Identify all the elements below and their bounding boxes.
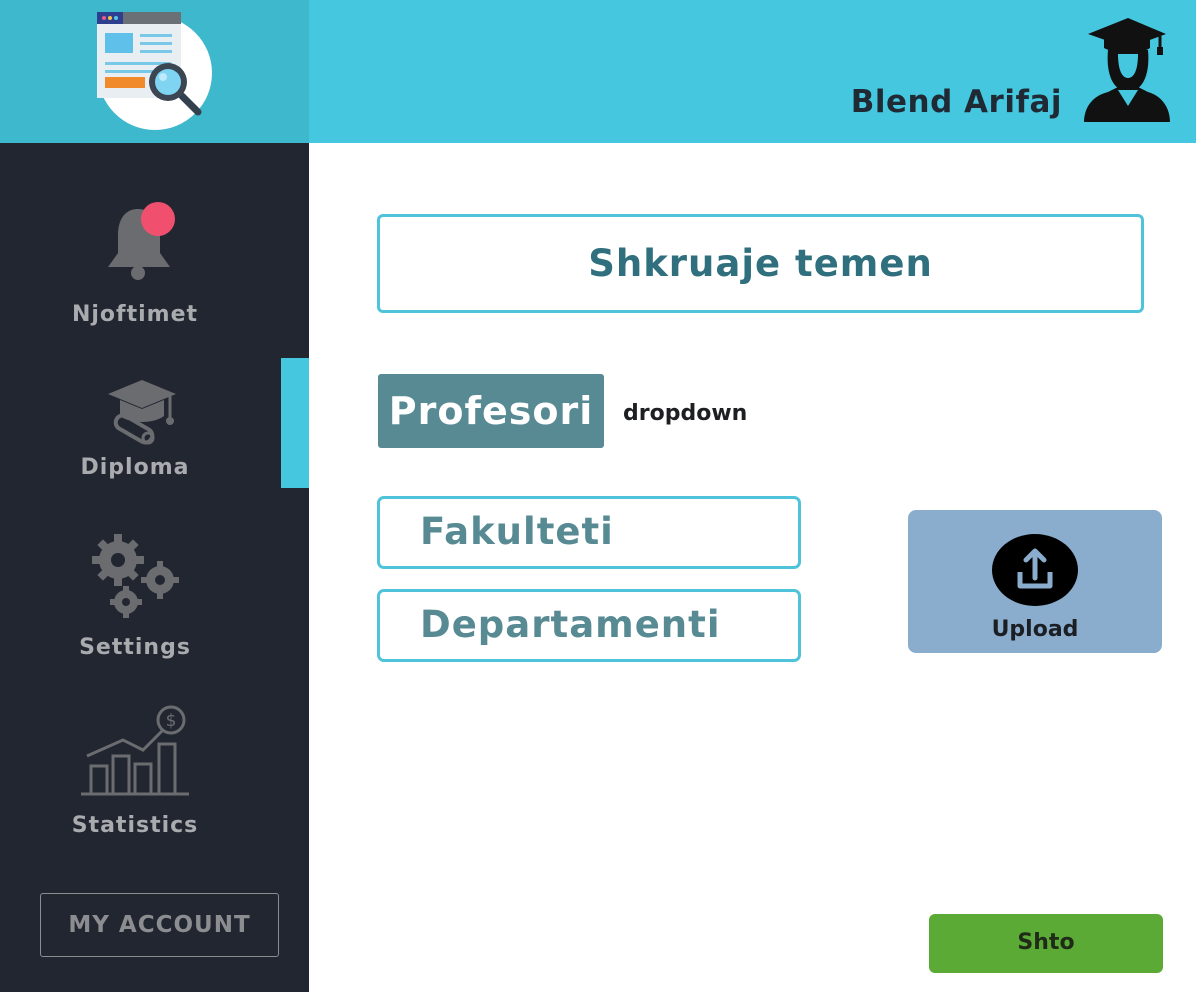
sidebar: Njoftimet Diploma Settings $ Statistics … [0,0,309,992]
gears-icon [92,534,182,624]
sidebar-item-label: Settings [79,635,191,660]
sidebar-item-label: Statistics [71,813,199,838]
sidebar-item-label: Njoftimet [71,302,199,327]
topic-input[interactable]: Shkruaje temen [377,214,1144,313]
graduation-cap-icon [104,376,180,452]
header: Blend Arifaj [309,0,1196,143]
statistics-chart-icon: $ [79,704,191,802]
document-search-logo-icon [92,8,217,134]
graduate-avatar-icon[interactable] [1078,14,1174,128]
active-nav-indicator [281,358,309,488]
my-account-button[interactable]: MY ACCOUNT [40,893,279,957]
upload-icon [992,534,1078,610]
upload-label: Upload [991,617,1079,642]
sidebar-item-label: Diploma [80,455,190,480]
user-name: Blend Arifaj [850,84,1062,120]
professor-dropdown[interactable]: dropdown [623,401,747,426]
upload-button[interactable]: Upload [908,510,1162,653]
professor-label: Profesori [378,374,604,448]
department-field[interactable]: Departamenti [377,589,801,662]
logo-area [0,0,309,143]
bell-icon [104,201,178,285]
svg-text:$: $ [166,711,177,731]
faculty-field[interactable]: Fakulteti [377,496,801,569]
submit-button[interactable]: Shto [929,914,1163,973]
